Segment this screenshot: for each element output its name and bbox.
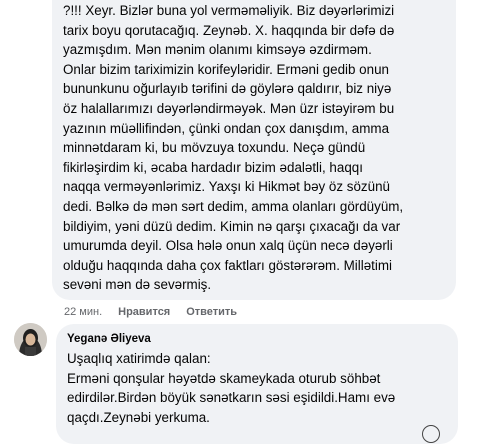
- comment-text: ?!!! Xeyr. Bizlər buna yol verməməliyik.…: [63, 3, 404, 293]
- avatar[interactable]: [14, 323, 47, 356]
- smiley-icon[interactable]: [422, 425, 440, 443]
- comment-time[interactable]: 22 мин.: [64, 306, 102, 318]
- comment-meta: 22 мин. Нравится Ответить: [64, 306, 237, 318]
- comment-text: Uşaqlıq xatirimdə qalan: Erməni qonşular…: [67, 351, 396, 425]
- reply-button[interactable]: Ответить: [186, 306, 237, 318]
- comment-bubble: ?!!! Xeyr. Bizlər buna yol verməməliyik.…: [52, 0, 456, 300]
- like-button[interactable]: Нравится: [118, 306, 170, 318]
- avatar-image: [14, 323, 47, 356]
- comment-bubble: Yeganə Əliyeva Uşaqlıq xatirimdə qalan: …: [56, 324, 458, 444]
- comment-author[interactable]: Yeganə Əliyeva: [67, 333, 151, 345]
